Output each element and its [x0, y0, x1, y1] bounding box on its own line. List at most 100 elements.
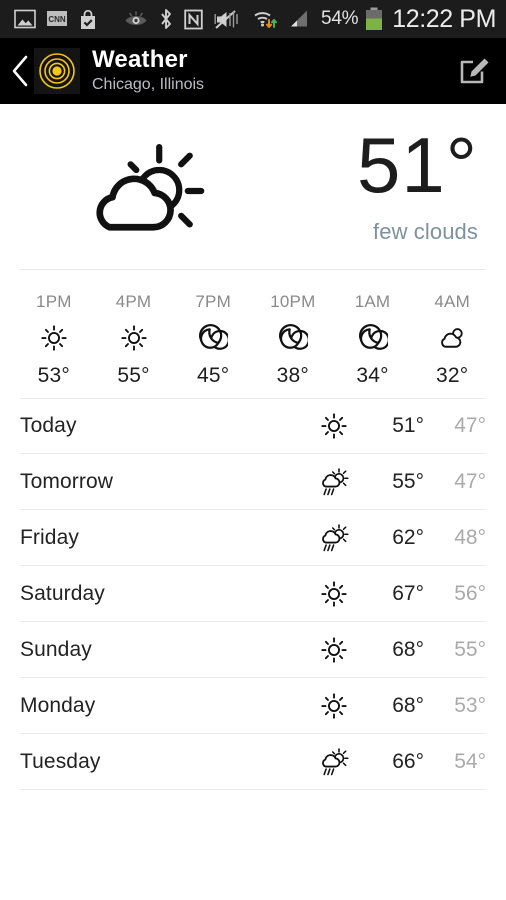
- status-bar-system-icons: [124, 8, 310, 30]
- day-name-label: Tomorrow: [20, 469, 113, 493]
- sun-icon: [41, 325, 67, 351]
- app-icon[interactable]: [34, 48, 80, 94]
- hourly-temperature: 53°: [37, 364, 71, 387]
- moon-icon: [199, 324, 229, 350]
- current-description: few clouds: [373, 218, 478, 244]
- daily-high-temperature: 68°: [392, 693, 424, 717]
- sun-cloud-rain-icon: [322, 747, 349, 775]
- battery-icon: [366, 7, 383, 30]
- daily-forecast-row[interactable]: Today 51° 47°: [20, 398, 486, 454]
- current-readout: 51° few clouds: [286, 121, 478, 244]
- hourly-icon-wrap: [119, 322, 149, 354]
- sun-cloud-rain-icon: [322, 523, 349, 551]
- hourly-icon-wrap: [198, 322, 229, 354]
- shopping-bag-check-icon: [81, 9, 95, 29]
- hourly-time-label: 1AM: [354, 292, 391, 311]
- day-name-label: Tuesday: [20, 749, 101, 773]
- daily-low-temperature: 47°: [454, 469, 486, 493]
- header-titles: Weather Chicago, Illinois: [92, 46, 205, 94]
- daily-icon-wrap: [306, 691, 362, 721]
- daily-low-temperature: 56°: [454, 581, 486, 605]
- daily-forecast-row[interactable]: Monday 68° 53°: [20, 678, 486, 734]
- daily-high-temperature: 67°: [392, 581, 424, 605]
- back-chevron-icon: [12, 55, 28, 87]
- hourly-temperature: 55°: [117, 364, 150, 387]
- daily-high-temperature: 66°: [392, 749, 424, 773]
- back-button[interactable]: [8, 54, 34, 88]
- page-title: Weather: [92, 46, 188, 74]
- hourly-temperature: 32°: [436, 364, 469, 387]
- battery-percent-label: 54%: [321, 8, 359, 29]
- daily-icon-wrap: [306, 635, 362, 665]
- daily-forecast-list: Today 51° 47° Tomorrow 55° 47° Friday 62…: [0, 398, 506, 790]
- current-conditions: 51° few clouds: [0, 104, 506, 269]
- daily-low-temperature: 48°: [454, 525, 486, 549]
- day-name-label: Monday: [20, 693, 96, 717]
- hourly-item: 4PM 55°: [94, 292, 174, 388]
- hourly-time-label: 7PM: [195, 292, 231, 311]
- hourly-temperature: 45°: [197, 364, 230, 387]
- wifi-data-icon: [254, 12, 277, 28]
- daily-icon-wrap: [306, 579, 362, 609]
- hourly-item: 1PM 53°: [14, 292, 94, 388]
- hourly-time-label: 4AM: [434, 292, 470, 311]
- sun-icon: [321, 636, 347, 663]
- cloud-sun-icon: [96, 143, 205, 231]
- current-temperature: 51°: [357, 121, 478, 210]
- svg-text:CNN: CNN: [48, 15, 66, 24]
- hourly-item: 4AM 32°: [412, 292, 492, 388]
- daily-high-temperature: 51°: [392, 414, 424, 437]
- hourly-item: 10PM 38°: [253, 292, 333, 388]
- daily-high-temperature: 62°: [392, 525, 424, 549]
- cnn-icon: CNN: [47, 11, 67, 26]
- location-label: Chicago, Illinois: [92, 75, 205, 93]
- hourly-forecast: 1PM 53° 4PM 55° 7PM 45° 10PM 38° 1AM 34°…: [0, 270, 506, 398]
- sun-cloud-rain-icon: [322, 467, 349, 495]
- edit-compose-icon: [460, 58, 489, 83]
- weather-app-screen: CNN 54% 12:22 PM Weather Chicago, Illino…: [0, 0, 506, 900]
- hourly-icon-wrap: [437, 322, 467, 354]
- hourly-item: 1AM 34°: [333, 292, 413, 388]
- daily-icon-wrap: [306, 411, 362, 441]
- moon-icon: [358, 324, 388, 350]
- bluetooth-icon: [161, 9, 171, 29]
- sun-icon: [321, 580, 347, 607]
- daily-low-temperature: 53°: [454, 693, 486, 717]
- hourly-time-label: 4PM: [115, 292, 152, 311]
- day-name-label: Today: [20, 414, 77, 437]
- daily-low-temperature: 55°: [454, 637, 486, 661]
- mute-vibrate-icon: [214, 9, 238, 29]
- daily-icon-wrap: [306, 747, 362, 777]
- day-name-label: Sunday: [20, 637, 92, 661]
- weather-target-icon: [39, 53, 75, 89]
- cell-signal-icon: [291, 10, 307, 27]
- daily-forecast-row[interactable]: Saturday 67° 56°: [20, 566, 486, 622]
- daily-forecast-row[interactable]: Sunday 68° 55°: [20, 622, 486, 678]
- sun-icon: [321, 692, 347, 719]
- edit-locations-button[interactable]: [458, 52, 492, 91]
- hourly-item: 7PM 45°: [173, 292, 253, 388]
- daily-low-temperature: 54°: [454, 749, 486, 773]
- daily-low-temperature: 47°: [454, 414, 486, 437]
- eye-icon: [125, 11, 147, 25]
- day-name-label: Saturday: [20, 581, 105, 605]
- sun-icon: [120, 325, 147, 351]
- cloud-icon: [441, 328, 463, 348]
- hourly-icon-wrap: [39, 322, 69, 354]
- daily-forecast-row[interactable]: Tuesday 66° 54°: [20, 734, 486, 790]
- hourly-time-label: 1PM: [36, 292, 72, 311]
- status-bar: CNN 54% 12:22 PM: [0, 0, 506, 38]
- hourly-time-label: 10PM: [270, 292, 316, 311]
- status-bar-notification-icons: CNN: [14, 9, 98, 30]
- current-weather-icon-wrap: [0, 131, 286, 243]
- daily-forecast-row[interactable]: Friday 62° 48°: [20, 510, 486, 566]
- app-header-bar: Weather Chicago, Illinois: [0, 38, 506, 104]
- hourly-icon-wrap: [358, 322, 388, 354]
- image-icon: [14, 9, 36, 29]
- nfc-icon: [184, 9, 203, 29]
- sun-icon: [321, 413, 347, 439]
- clock-label: 12:22 PM: [392, 4, 496, 33]
- daily-icon-wrap: [306, 523, 362, 553]
- daily-forecast-row[interactable]: Tomorrow 55° 47°: [20, 454, 486, 510]
- day-name-label: Friday: [20, 525, 79, 549]
